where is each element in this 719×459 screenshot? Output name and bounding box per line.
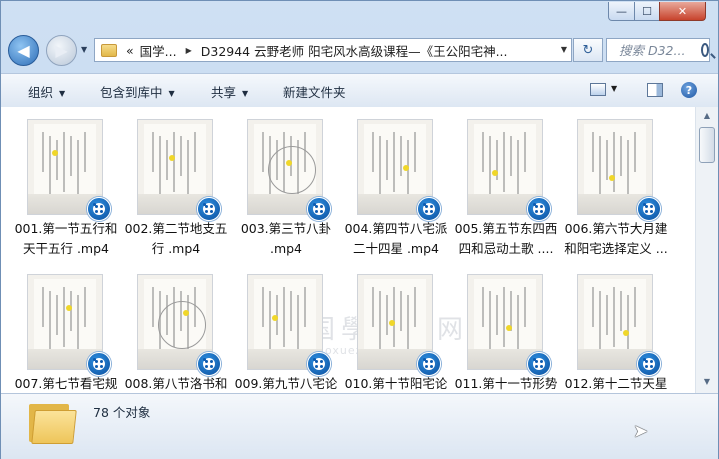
file-name-line: 002.第二节地支五 (124, 221, 228, 236)
view-options-dropdown-icon[interactable]: ▼ (611, 84, 617, 93)
address-dropdown-icon[interactable]: ▼ (561, 45, 567, 54)
file-name-label: 003.第三节八卦 .mp4 (233, 219, 339, 259)
file-name-label: 004.第四节八宅派 二十四星 .mp4 (343, 219, 449, 259)
caret-down-icon: ▼ (59, 89, 66, 98)
file-name-line: 007.第七节看宅规 (14, 376, 118, 391)
vertical-scrollbar[interactable]: ▲ ▼ (695, 107, 718, 393)
help-icon[interactable]: ? (681, 82, 697, 98)
navigation-bar: ◀ ▶ ▼ « 国学... ▶ D32944 云野老师 阳宅风水高级课程—《王公… (1, 31, 718, 71)
explorer-window: — ☐ ✕ ◀ ▶ ▼ « 国学... ▶ D32944 云野老师 阳宅风水高级… (0, 0, 719, 459)
media-player-icon (87, 197, 111, 221)
file-name-line: 005.第五节东四西 (454, 221, 558, 236)
file-name-line: 003.第三节八卦 (240, 221, 332, 236)
file-name-line: 010.第十节阳宅论 (344, 376, 448, 391)
folder-icon (101, 43, 117, 57)
media-player-icon (527, 352, 551, 376)
file-item[interactable]: 007.第七节看宅规 (13, 264, 119, 393)
media-player-icon (527, 197, 551, 221)
details-pane: 78 个对象 (1, 393, 718, 459)
chevron-right-icon[interactable]: ▶ (186, 46, 192, 55)
breadcrumb-overflow[interactable]: « (126, 43, 134, 58)
mouse-cursor-icon: ➤ (633, 421, 649, 442)
file-name-line: 012.第十二节天星 (564, 376, 668, 391)
back-button[interactable]: ◀ (8, 35, 39, 66)
title-bar: — ☐ ✕ (1, 1, 718, 31)
item-count: 78 个对象 (93, 405, 151, 420)
file-name-label: 012.第十二节天星 (563, 374, 669, 393)
preview-pane-icon[interactable] (647, 83, 663, 97)
file-name-label: 005.第五节东四西 四和忌动土歌 .... (453, 219, 559, 259)
file-name-line: 009.第九节八宅论 (234, 376, 338, 391)
file-name-line: 二十四星 .mp4 (352, 241, 439, 256)
organize-menu[interactable]: 组织 ▼ (28, 82, 65, 101)
file-name-line: 四和忌动土歌 .... (458, 241, 554, 256)
file-item[interactable]: 010.第十节阳宅论 (343, 264, 449, 393)
scroll-down-icon[interactable]: ▼ (700, 377, 714, 389)
folder-icon (29, 400, 77, 444)
change-view-icon[interactable] (590, 83, 606, 96)
file-item[interactable]: 006.第六节大月建 和阳宅选择定义 ... (563, 109, 669, 259)
file-list-view[interactable]: 国學资源网 guoxueziyuan.com 001.第一节五行和天干五行 .m… (1, 107, 695, 393)
file-name-label: 001.第一节五行和 天干五行 .mp4 (13, 219, 119, 259)
media-player-icon (417, 197, 441, 221)
file-name-line: 天干五行 .mp4 (22, 241, 109, 256)
share-label: 共享 (211, 85, 237, 100)
share-menu[interactable]: 共享 ▼ (211, 82, 248, 101)
breadcrumb-item-guoxue[interactable]: 国学... (140, 41, 177, 60)
file-item[interactable]: 002.第二节地支五行 .mp4 (123, 109, 229, 259)
file-name-line: 行 .mp4 (151, 241, 201, 256)
forward-button[interactable]: ▶ (46, 35, 77, 66)
file-item[interactable]: 005.第五节东四西 四和忌动土歌 .... (453, 109, 559, 259)
organize-label: 组织 (28, 85, 54, 100)
file-name-label: 010.第十节阳宅论 (343, 374, 449, 393)
file-name-line: 001.第一节五行和 (14, 221, 118, 236)
media-player-icon (197, 352, 221, 376)
file-item[interactable]: 009.第九节八宅论 (233, 264, 339, 393)
media-player-icon (87, 352, 111, 376)
search-icon[interactable] (701, 43, 709, 57)
file-name-label: 002.第二节地支五行 .mp4 (123, 219, 229, 259)
search-box[interactable] (606, 38, 710, 62)
minimize-button[interactable]: — (608, 2, 635, 21)
include-library-label: 包含到库中 (100, 85, 163, 100)
new-folder-label: 新建文件夹 (283, 85, 346, 100)
media-player-icon (307, 197, 331, 221)
media-player-icon (197, 197, 221, 221)
file-name-label: 008.第八节洛书和 (123, 374, 229, 393)
breadcrumb-item-current[interactable]: D32944 云野老师 阳宅风水高级课程—《王公阳宅神... (201, 41, 508, 60)
search-input[interactable] (617, 41, 699, 59)
file-item[interactable]: 011.第十一节形势 (453, 264, 559, 393)
file-item[interactable]: 012.第十二节天星 (563, 264, 669, 393)
scroll-up-icon[interactable]: ▲ (700, 111, 714, 123)
file-name-line: 008.第八节洛书和 (124, 376, 228, 391)
file-name-line: 006.第六节大月建 (564, 221, 668, 236)
file-name-line: 和阳宅选择定义 ... (564, 241, 668, 256)
media-player-icon (417, 352, 441, 376)
file-name-line: 011.第十一节形势 (454, 376, 558, 391)
file-item[interactable]: 003.第三节八卦 .mp4 (233, 109, 339, 259)
caret-down-icon: ▼ (242, 89, 249, 98)
recent-pages-dropdown-icon[interactable]: ▼ (81, 45, 91, 55)
new-folder-button[interactable]: 新建文件夹 (283, 82, 346, 101)
close-button[interactable]: ✕ (659, 2, 706, 21)
file-name-line: .mp4 (269, 241, 303, 256)
address-bar[interactable]: « 国学... ▶ D32944 云野老师 阳宅风水高级课程—《王公阳宅神...… (94, 38, 572, 62)
maximize-button[interactable]: ☐ (634, 2, 660, 21)
file-name-label: 011.第十一节形势 (453, 374, 559, 393)
file-name-line: 004.第四节八宅派 (344, 221, 448, 236)
file-name-label: 006.第六节大月建 和阳宅选择定义 ... (563, 219, 669, 259)
file-item[interactable]: 008.第八节洛书和 (123, 264, 229, 393)
file-name-label: 009.第九节八宅论 (233, 374, 339, 393)
media-player-icon (637, 352, 661, 376)
file-item[interactable]: 004.第四节八宅派 二十四星 .mp4 (343, 109, 449, 259)
file-item[interactable]: 001.第一节五行和 天干五行 .mp4 (13, 109, 119, 259)
file-name-label: 007.第七节看宅规 (13, 374, 119, 393)
media-player-icon (307, 352, 331, 376)
caret-down-icon: ▼ (168, 89, 175, 98)
include-in-library-menu[interactable]: 包含到库中 ▼ (100, 82, 175, 101)
command-bar: 组织 ▼ 包含到库中 ▼ 共享 ▼ 新建文件夹 ▼ ? (1, 73, 718, 108)
refresh-button[interactable]: ↻ (573, 38, 603, 62)
scroll-thumb[interactable] (699, 127, 715, 163)
media-player-icon (637, 197, 661, 221)
